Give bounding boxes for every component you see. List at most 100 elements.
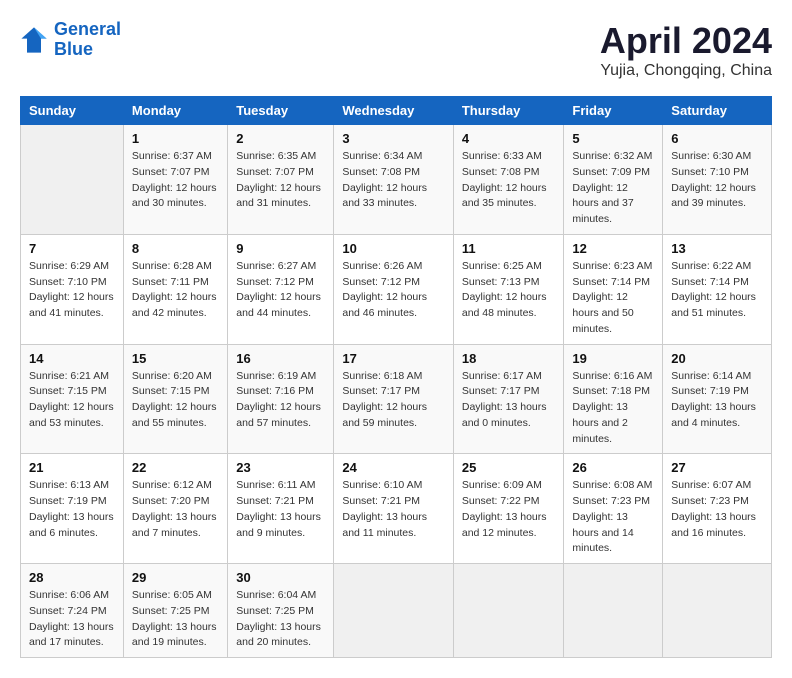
day-number: 15 — [132, 351, 219, 366]
day-info: Sunrise: 6:12 AMSunset: 7:20 PMDaylight:… — [132, 478, 219, 541]
week-row-3: 14 Sunrise: 6:21 AMSunset: 7:15 PMDayligh… — [21, 344, 772, 454]
calendar-table: SundayMondayTuesdayWednesdayThursdayFrid… — [20, 96, 772, 658]
logo-text: General Blue — [54, 20, 121, 60]
day-cell: 27 Sunrise: 6:07 AMSunset: 7:23 PMDayligh… — [663, 454, 772, 564]
title-block: April 2024 Yujia, Chongqing, China — [600, 20, 772, 80]
day-info: Sunrise: 6:08 AMSunset: 7:23 PMDaylight:… — [572, 478, 654, 557]
day-cell — [334, 564, 454, 658]
day-number: 16 — [236, 351, 325, 366]
day-info: Sunrise: 6:21 AMSunset: 7:15 PMDaylight:… — [29, 369, 115, 432]
header-sunday: Sunday — [21, 97, 124, 125]
day-info: Sunrise: 6:35 AMSunset: 7:07 PMDaylight:… — [236, 149, 325, 212]
day-number: 20 — [671, 351, 763, 366]
day-cell: 4Sunrise: 6:33 AMSunset: 7:08 PMDaylight… — [453, 125, 564, 235]
header-saturday: Saturday — [663, 97, 772, 125]
page-header: General Blue April 2024 Yujia, Chongqing… — [20, 20, 772, 80]
day-cell: 17Sunrise: 6:18 AMSunset: 7:17 PMDayligh… — [334, 344, 454, 454]
day-info: Sunrise: 6:17 AMSunset: 7:17 PMDaylight:… — [462, 369, 556, 432]
day-cell: 11 Sunrise: 6:25 AMSunset: 7:13 PMDayligh… — [453, 234, 564, 344]
day-cell: 16 Sunrise: 6:19 AMSunset: 7:16 PMDayligh… — [228, 344, 334, 454]
day-cell — [453, 564, 564, 658]
day-number: 25 — [462, 460, 556, 475]
day-number: 29 — [132, 570, 219, 585]
day-info: Sunrise: 6:18 AMSunset: 7:17 PMDaylight:… — [342, 369, 445, 432]
day-cell: 22Sunrise: 6:12 AMSunset: 7:20 PMDayligh… — [123, 454, 227, 564]
day-cell: 15Sunrise: 6:20 AMSunset: 7:15 PMDayligh… — [123, 344, 227, 454]
day-cell: 28 Sunrise: 6:06 AMSunset: 7:24 PMDayligh… — [21, 564, 124, 658]
day-info: Sunrise: 6:22 AMSunset: 7:14 PMDaylight:… — [671, 259, 763, 322]
day-info: Sunrise: 6:29 AMSunset: 7:10 PMDaylight:… — [29, 259, 115, 322]
day-info: Sunrise: 6:13 AMSunset: 7:19 PMDaylight:… — [29, 478, 115, 541]
day-info: Sunrise: 6:26 AMSunset: 7:12 PMDaylight:… — [342, 259, 445, 322]
day-number: 26 — [572, 460, 654, 475]
day-cell: 21 Sunrise: 6:13 AMSunset: 7:19 PMDayligh… — [21, 454, 124, 564]
header-friday: Friday — [564, 97, 663, 125]
day-info: Sunrise: 6:09 AMSunset: 7:22 PMDaylight:… — [462, 478, 556, 541]
day-number: 13 — [671, 241, 763, 256]
day-number: 6 — [671, 131, 763, 146]
day-cell: 26 Sunrise: 6:08 AMSunset: 7:23 PMDayligh… — [564, 454, 663, 564]
day-cell — [564, 564, 663, 658]
day-number: 8 — [132, 241, 219, 256]
day-number: 3 — [342, 131, 445, 146]
logo-icon — [20, 26, 48, 54]
day-info: Sunrise: 6:25 AMSunset: 7:13 PMDaylight:… — [462, 259, 556, 322]
day-number: 27 — [671, 460, 763, 475]
week-row-1: 1Sunrise: 6:37 AMSunset: 7:07 PMDaylight… — [21, 125, 772, 235]
calendar-header-row: SundayMondayTuesdayWednesdayThursdayFrid… — [21, 97, 772, 125]
day-info: Sunrise: 6:37 AMSunset: 7:07 PMDaylight:… — [132, 149, 219, 212]
day-info: Sunrise: 6:19 AMSunset: 7:16 PMDaylight:… — [236, 369, 325, 432]
week-row-2: 7 Sunrise: 6:29 AMSunset: 7:10 PMDaylight… — [21, 234, 772, 344]
day-number: 21 — [29, 460, 115, 475]
day-number: 2 — [236, 131, 325, 146]
day-info: Sunrise: 6:33 AMSunset: 7:08 PMDaylight:… — [462, 149, 556, 212]
day-number: 23 — [236, 460, 325, 475]
day-number: 24 — [342, 460, 445, 475]
day-cell: 9 Sunrise: 6:27 AMSunset: 7:12 PMDaylight… — [228, 234, 334, 344]
day-number: 9 — [236, 241, 325, 256]
day-info: Sunrise: 6:23 AMSunset: 7:14 PMDaylight:… — [572, 259, 654, 338]
day-cell: 19Sunrise: 6:16 AMSunset: 7:18 PMDayligh… — [564, 344, 663, 454]
day-info: Sunrise: 6:05 AMSunset: 7:25 PMDaylight:… — [132, 588, 219, 651]
calendar-title: April 2024 — [600, 20, 772, 62]
day-info: Sunrise: 6:11 AMSunset: 7:21 PMDaylight:… — [236, 478, 325, 541]
day-number: 28 — [29, 570, 115, 585]
day-info: Sunrise: 6:04 AMSunset: 7:25 PMDaylight:… — [236, 588, 325, 651]
day-info: Sunrise: 6:06 AMSunset: 7:24 PMDaylight:… — [29, 588, 115, 651]
calendar-subtitle: Yujia, Chongqing, China — [600, 62, 772, 80]
week-row-4: 21 Sunrise: 6:13 AMSunset: 7:19 PMDayligh… — [21, 454, 772, 564]
week-row-5: 28 Sunrise: 6:06 AMSunset: 7:24 PMDayligh… — [21, 564, 772, 658]
day-cell: 18Sunrise: 6:17 AMSunset: 7:17 PMDayligh… — [453, 344, 564, 454]
day-number: 12 — [572, 241, 654, 256]
day-cell: 7 Sunrise: 6:29 AMSunset: 7:10 PMDaylight… — [21, 234, 124, 344]
day-info: Sunrise: 6:10 AMSunset: 7:21 PMDaylight:… — [342, 478, 445, 541]
day-number: 11 — [462, 241, 556, 256]
day-cell: 1Sunrise: 6:37 AMSunset: 7:07 PMDaylight… — [123, 125, 227, 235]
day-cell: 5Sunrise: 6:32 AMSunset: 7:09 PMDaylight… — [564, 125, 663, 235]
day-info: Sunrise: 6:07 AMSunset: 7:23 PMDaylight:… — [671, 478, 763, 541]
day-cell: 30 Sunrise: 6:04 AMSunset: 7:25 PMDayligh… — [228, 564, 334, 658]
day-cell: 6Sunrise: 6:30 AMSunset: 7:10 PMDaylight… — [663, 125, 772, 235]
day-cell: 2 Sunrise: 6:35 AMSunset: 7:07 PMDaylight… — [228, 125, 334, 235]
day-number: 7 — [29, 241, 115, 256]
day-cell: 8Sunrise: 6:28 AMSunset: 7:11 PMDaylight… — [123, 234, 227, 344]
day-info: Sunrise: 6:34 AMSunset: 7:08 PMDaylight:… — [342, 149, 445, 212]
header-thursday: Thursday — [453, 97, 564, 125]
day-info: Sunrise: 6:14 AMSunset: 7:19 PMDaylight:… — [671, 369, 763, 432]
day-cell: 24 Sunrise: 6:10 AMSunset: 7:21 PMDayligh… — [334, 454, 454, 564]
day-cell — [663, 564, 772, 658]
day-cell: 23 Sunrise: 6:11 AMSunset: 7:21 PMDayligh… — [228, 454, 334, 564]
day-cell: 12 Sunrise: 6:23 AMSunset: 7:14 PMDayligh… — [564, 234, 663, 344]
day-cell: 14 Sunrise: 6:21 AMSunset: 7:15 PMDayligh… — [21, 344, 124, 454]
day-number: 5 — [572, 131, 654, 146]
day-cell: 3 Sunrise: 6:34 AMSunset: 7:08 PMDaylight… — [334, 125, 454, 235]
header-wednesday: Wednesday — [334, 97, 454, 125]
day-cell: 29 Sunrise: 6:05 AMSunset: 7:25 PMDayligh… — [123, 564, 227, 658]
day-number: 19 — [572, 351, 654, 366]
day-cell: 20 Sunrise: 6:14 AMSunset: 7:19 PMDayligh… — [663, 344, 772, 454]
day-number: 14 — [29, 351, 115, 366]
header-monday: Monday — [123, 97, 227, 125]
day-info: Sunrise: 6:27 AMSunset: 7:12 PMDaylight:… — [236, 259, 325, 322]
day-number: 30 — [236, 570, 325, 585]
day-number: 10 — [342, 241, 445, 256]
